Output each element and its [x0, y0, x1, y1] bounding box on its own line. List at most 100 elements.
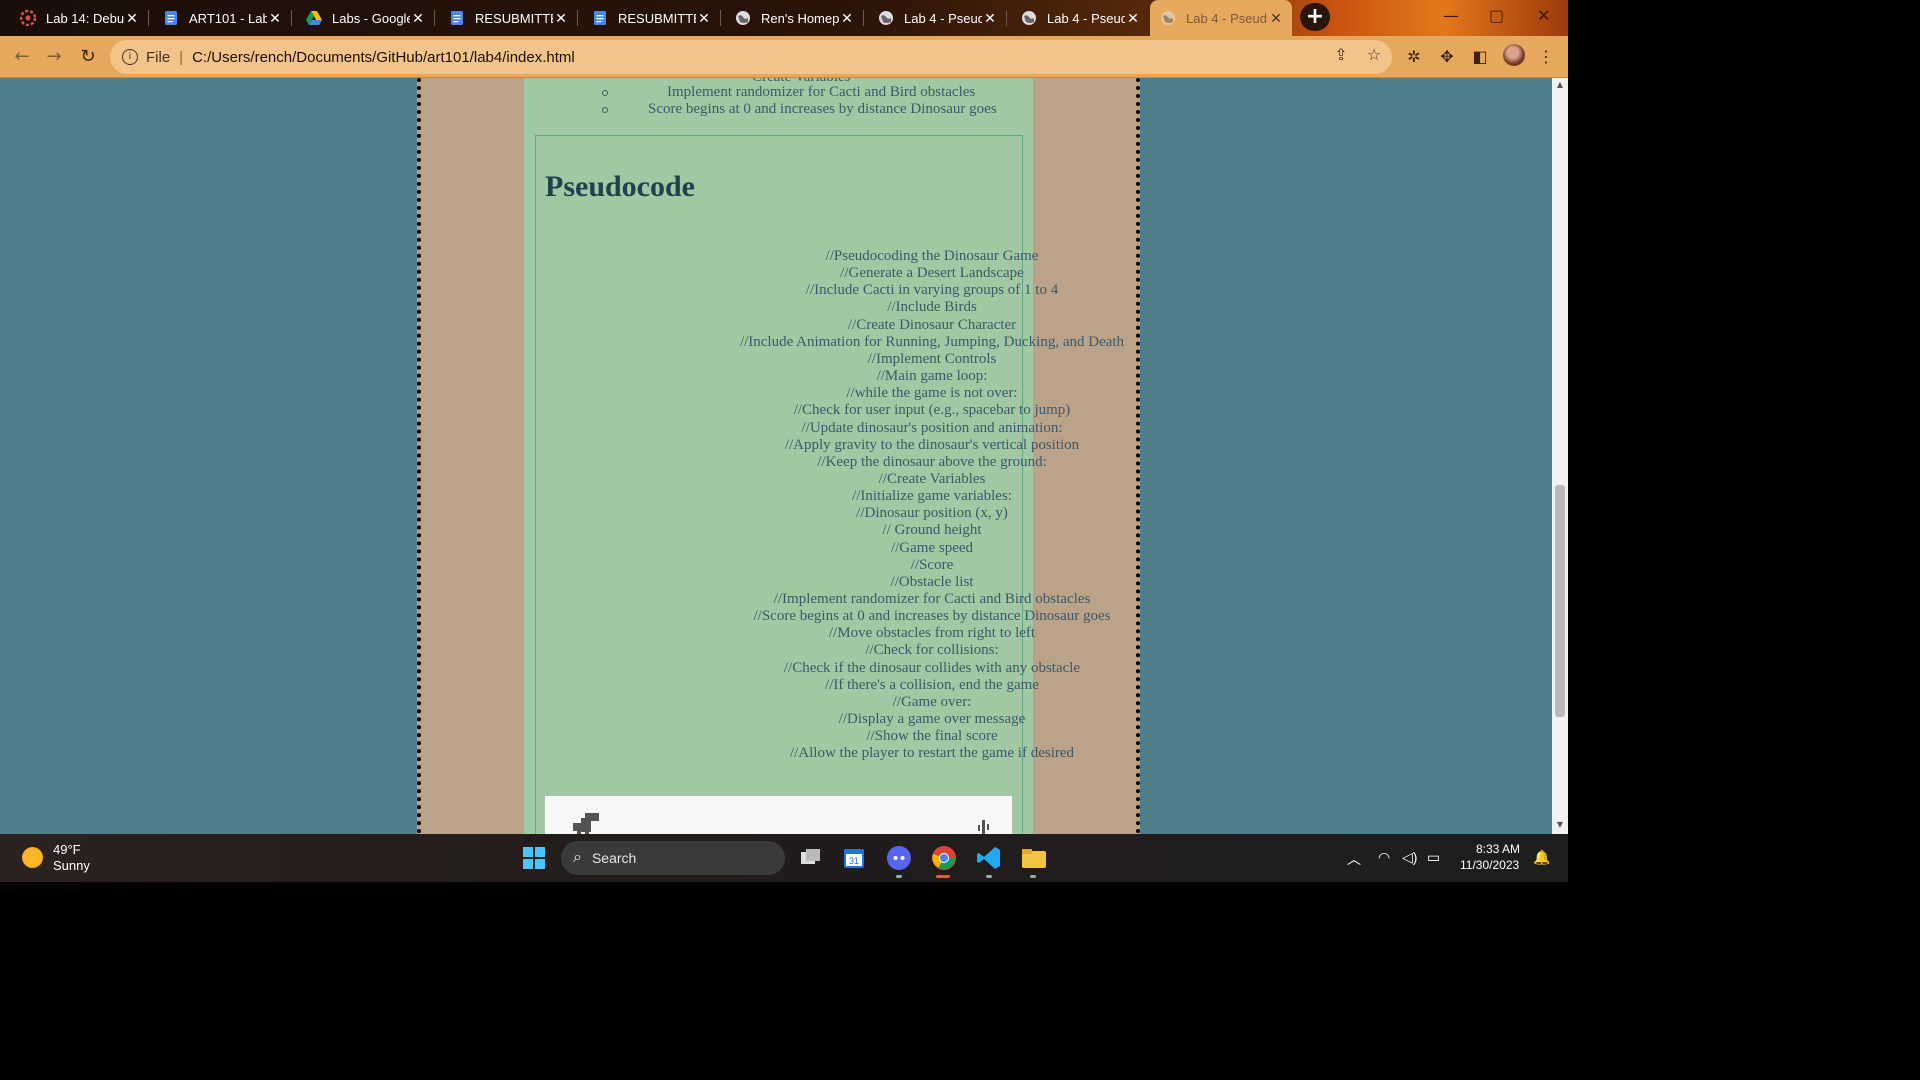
reload-icon[interactable]: ↻ — [76, 45, 100, 69]
google-drive-icon — [306, 10, 322, 26]
tab-title: Lab 4 - Pseud — [1047, 10, 1125, 26]
address-separator: | — [179, 48, 184, 66]
tab[interactable]: Labs - Google ✕ — [296, 4, 434, 32]
close-icon[interactable]: ✕ — [124, 10, 140, 27]
pseudocode-line: //Initialize game variables: — [852, 488, 1012, 505]
tab[interactable]: Lab 4 - Pseud ✕ — [1011, 4, 1149, 32]
clock-date[interactable]: 11/30/2023 — [1460, 858, 1519, 872]
pseudocode-line: //Game over: — [892, 693, 972, 710]
list-item: Score begins at 0 and increases by dista… — [648, 101, 997, 117]
windows-logo-icon — [523, 847, 545, 869]
weather-temperature[interactable]: 49°F — [53, 842, 81, 857]
extension-gear-icon[interactable]: ✲ — [1403, 46, 1425, 68]
maximize-icon[interactable]: ▢ — [1489, 6, 1504, 25]
address-url[interactable]: C:/Users/rench/Documents/GitHub/art101/l… — [192, 49, 575, 66]
scrollbar-thumb[interactable] — [1555, 485, 1565, 717]
minimize-icon[interactable]: — — [1443, 6, 1459, 25]
dino-game-canvas[interactable] — [545, 796, 1012, 834]
show-hidden-icons-chevron-icon[interactable]: ︿ — [1347, 849, 1361, 869]
tab[interactable]: Ren's Homep ✕ — [725, 4, 863, 32]
calendar-app-icon[interactable]: 31 — [840, 844, 868, 872]
scroll-up-arrow-icon[interactable]: ▲ — [1555, 80, 1565, 89]
file-explorer-icon[interactable] — [1020, 844, 1048, 872]
close-icon[interactable]: ✕ — [410, 10, 426, 27]
weather-sun-icon[interactable] — [22, 847, 43, 868]
close-icon[interactable]: ✕ — [1268, 10, 1284, 27]
volume-icon[interactable]: ◁) — [1402, 849, 1417, 866]
site-info-icon[interactable]: i — [122, 49, 138, 65]
tab-title: RESUBMITTED — [475, 10, 553, 26]
forward-arrow-icon[interactable]: → — [42, 45, 66, 69]
battery-icon[interactable]: ▭ — [1427, 849, 1440, 866]
search-label: Search — [591, 850, 637, 866]
tab-separator — [720, 10, 721, 26]
pseudocode-line: //Create Variables — [878, 470, 986, 487]
pseudocode-line: //Score — [910, 556, 954, 573]
vscode-icon[interactable] — [975, 844, 1003, 872]
close-icon[interactable]: ✕ — [982, 10, 998, 27]
tab-active[interactable]: Lab 4 - Pseud ✕ — [1150, 0, 1292, 36]
vscode-running-indicator — [986, 875, 992, 878]
tab-separator — [1006, 10, 1007, 26]
explorer-running-indicator — [1030, 875, 1036, 878]
page-scrollbar[interactable]: ▲ ▼ — [1552, 78, 1568, 834]
list-bullet — [602, 90, 608, 96]
tab[interactable]: RESUBMITTED✕ — [439, 4, 577, 32]
tab-title: Lab 4 - Pseud — [904, 10, 982, 26]
pseudocode-line: //Dinosaur position (x, y) — [856, 505, 1008, 522]
weather-condition[interactable]: Sunny — [53, 858, 90, 873]
pseudocode-heading: Pseudocode — [545, 170, 695, 203]
google-docs-icon — [163, 10, 179, 26]
tab-title: Ren's Homep — [761, 10, 839, 26]
address-bar[interactable]: i File | C:/Users/rench/Documents/GitHub… — [110, 40, 1392, 74]
scroll-down-arrow-icon[interactable]: ▼ — [1555, 820, 1565, 829]
tab-title: Labs - Google — [332, 10, 410, 26]
side-panel-icon[interactable]: ◧ — [1469, 46, 1491, 68]
tab[interactable]: RESUBMITTED✕ — [582, 4, 720, 32]
dino-game-svg — [573, 813, 989, 834]
tab-title: RESUBMITTED — [618, 10, 696, 26]
discord-running-indicator — [896, 875, 902, 878]
bookmark-star-icon[interactable]: ☆ — [1364, 45, 1384, 65]
tab-title: Lab 4 - Pseud — [1186, 10, 1267, 26]
chrome-glyph — [932, 846, 956, 870]
google-docs-icon — [449, 10, 465, 26]
tab-separator — [434, 10, 435, 26]
list-item: Implement randomizer for Cacti and Bird … — [667, 84, 976, 100]
profile-avatar[interactable] — [1503, 44, 1525, 66]
close-icon[interactable]: ✕ — [553, 10, 569, 27]
share-icon[interactable]: ⇪ — [1331, 45, 1351, 65]
pseudocode-line: //Update dinosaur's position and animati… — [801, 419, 1063, 436]
tab-title: Lab 14: Debu — [46, 10, 124, 26]
pseudocode-line: //Keep the dinosaur above the ground: — [817, 453, 1047, 470]
taskbar-search[interactable]: ⌕ Search — [561, 841, 785, 875]
new-tab-button[interactable]: + — [1300, 3, 1330, 31]
wifi-icon[interactable]: ◠ — [1378, 849, 1390, 866]
window-close-icon[interactable]: ✕ — [1537, 6, 1550, 25]
back-arrow-icon[interactable]: ← — [10, 45, 34, 69]
vscode-glyph — [977, 847, 1000, 869]
close-icon[interactable]: ✕ — [839, 10, 855, 27]
extensions-puzzle-icon[interactable]: ✥ — [1436, 46, 1458, 68]
tab[interactable]: ART101 - Lab ✕ — [153, 4, 291, 32]
chrome-icon[interactable] — [930, 844, 958, 872]
windows-start-icon[interactable] — [520, 844, 548, 872]
more-menu-icon[interactable]: ⋮ — [1535, 46, 1557, 68]
clock-time[interactable]: 8:33 AM — [1476, 842, 1520, 856]
discord-icon[interactable] — [885, 844, 913, 872]
close-icon[interactable]: ✕ — [696, 10, 712, 27]
pseudocode-line: //Show the final score — [866, 728, 998, 745]
pseudocode-line: //Include Cacti in varying groups of 1 t… — [805, 282, 1059, 299]
pseudocode-line: //Score begins at 0 and increases by dis… — [753, 608, 1111, 625]
task-view-icon[interactable] — [796, 844, 824, 872]
pseudocode-line: //Implement Controls — [867, 350, 997, 367]
tab[interactable]: Lab 14: Debu ✕ — [10, 4, 148, 32]
pseudocode-line: //Generate a Desert Landscape — [840, 265, 1024, 282]
dinosaur-icon — [573, 813, 599, 834]
page-viewport: Create Variables Implement randomizer fo… — [0, 78, 1552, 834]
close-icon[interactable]: ✕ — [1125, 10, 1141, 27]
pseudocode-line: //Display a game over message — [838, 711, 1026, 728]
close-icon[interactable]: ✕ — [267, 10, 283, 27]
notification-bell-icon[interactable]: 🔔 — [1533, 849, 1550, 866]
tab[interactable]: Lab 4 - Pseud ✕ — [868, 4, 1006, 32]
